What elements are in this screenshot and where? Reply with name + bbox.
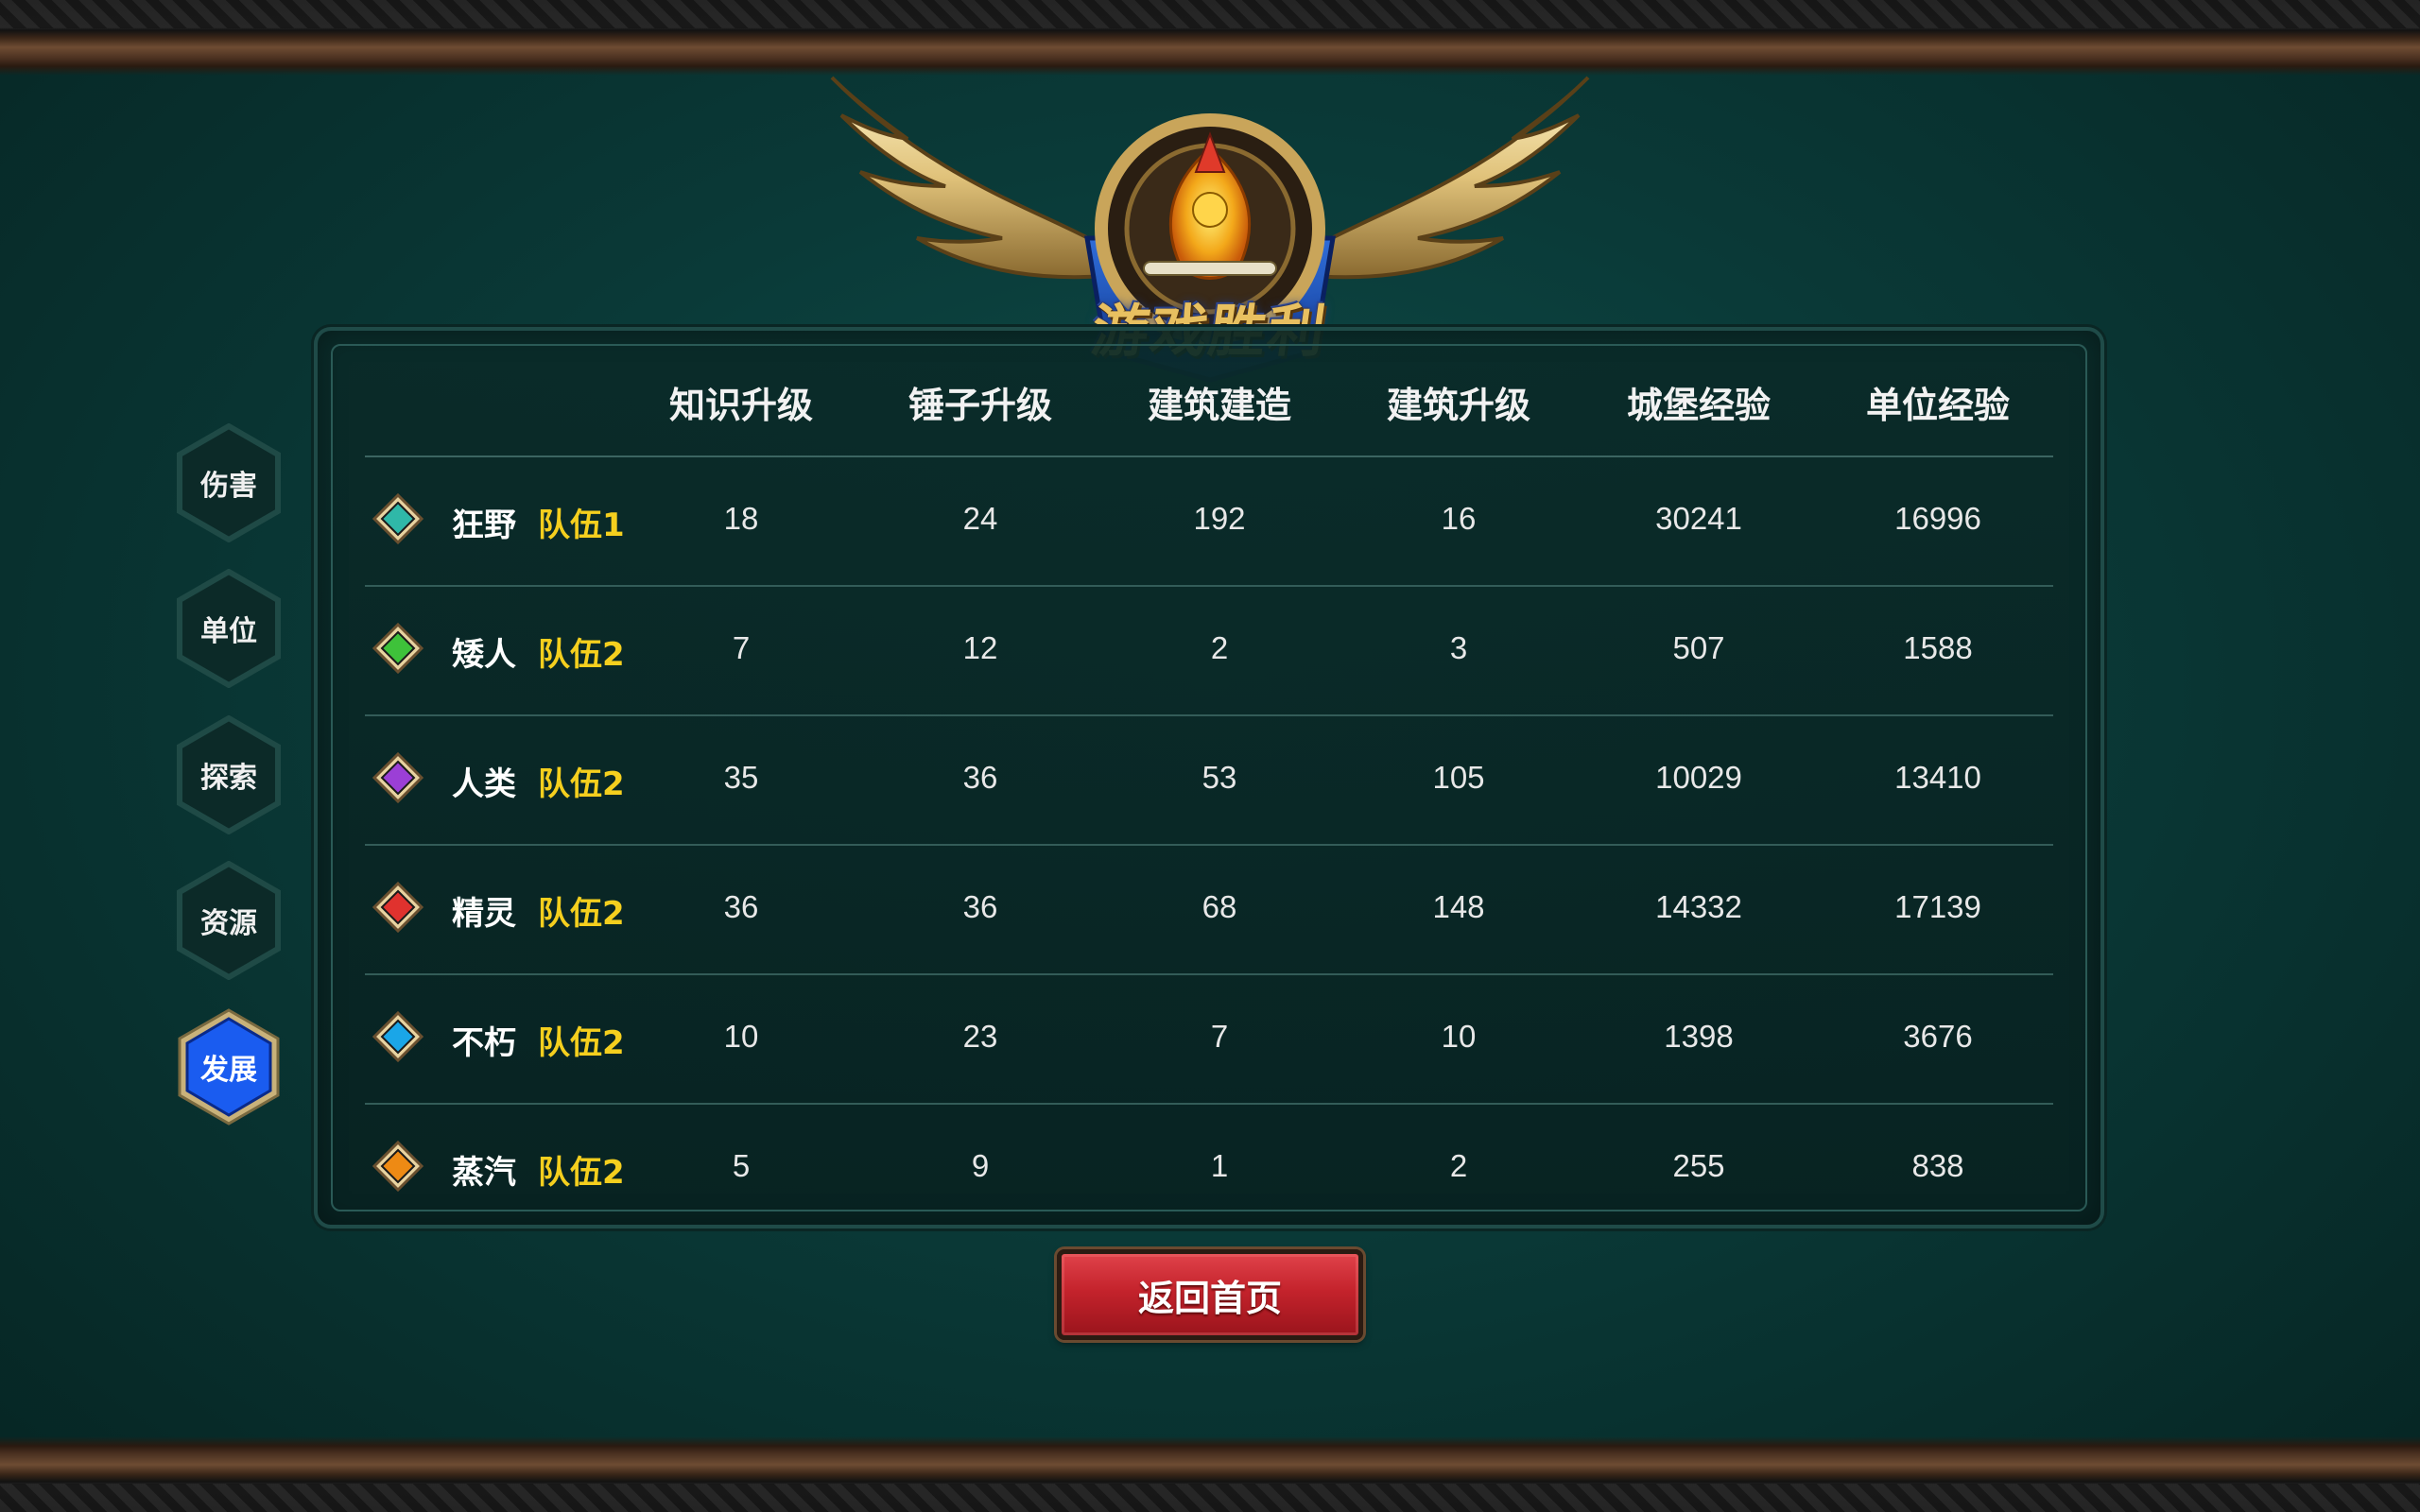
top-border [0,0,2420,76]
return-home-label: 返回首页 [1137,1277,1282,1319]
stat-cell: 16 [1441,501,1477,536]
stat-cell: 10029 [1655,760,1742,795]
team-label: 队伍2 [538,1154,625,1192]
faction-name: 不朽 [452,1024,516,1062]
stat-cell: 18 [723,501,759,536]
table-header: 知识升级 锤子升级 建筑建造 建筑升级 城堡经验 单位经验 [365,342,2053,457]
tab-units-label: 单位 [200,615,257,648]
stat-cell: 35 [723,760,759,795]
stat-cell: 36 [723,889,759,924]
column-header: 知识升级 [668,385,813,426]
gem-icon [372,752,424,803]
stat-cell: 192 [1193,501,1246,536]
stat-cell: 30241 [1655,501,1742,536]
tab-development[interactable]: 发展 [176,1007,282,1126]
faction-name: 矮人 [452,636,516,674]
faction-name: 蒸汽 [452,1154,516,1192]
stat-cell: 1398 [1664,1019,1734,1054]
tab-resources[interactable]: 资源 [176,861,282,980]
gem-icon [372,623,424,674]
tab-units[interactable]: 单位 [176,569,282,688]
stat-cell: 36 [962,760,998,795]
stat-cell: 10 [1441,1019,1477,1054]
return-home-button[interactable]: 返回首页 [1057,1249,1363,1340]
column-header: 锤子升级 [908,385,1052,426]
bottom-border [0,1436,2420,1512]
stat-cell: 2 [1449,1148,1468,1183]
stat-cell: 3676 [1903,1019,1973,1054]
table-body: 狂野 队伍1 18 24 192 16 30241 16996 矮人 队伍2 7… [365,457,2053,1232]
stat-cell: 12 [962,630,998,665]
column-header: 城堡经验 [1626,385,1771,426]
gem-icon [372,1011,424,1062]
stat-cell: 2 [1210,630,1229,665]
gem-icon [372,1141,424,1192]
tab-exploration[interactable]: 探索 [176,715,282,834]
stat-cell: 14332 [1655,889,1742,924]
team-label: 队伍2 [538,1024,625,1062]
team-label: 队伍2 [538,895,625,933]
stat-cell: 17139 [1894,889,1981,924]
stat-cell: 1588 [1903,630,1973,665]
table-row: 精灵 队伍2 36 36 68 148 14332 17139 [365,846,2053,975]
tab-resources-label: 资源 [200,907,257,940]
stat-cell: 36 [962,889,998,924]
stat-cell: 23 [962,1019,998,1054]
team-label: 队伍2 [538,636,625,674]
stat-cell: 7 [1210,1019,1229,1054]
stat-cell: 507 [1672,630,1725,665]
gem-icon [372,882,424,933]
stat-cell: 53 [1201,760,1237,795]
stat-cell: 3 [1449,630,1468,665]
tab-damage[interactable]: 伤害 [176,423,282,542]
team-label: 队伍1 [538,507,625,544]
stat-cell: 16996 [1894,501,1981,536]
stat-cell: 255 [1672,1148,1725,1183]
faction-name: 精灵 [452,895,516,933]
stat-cell: 5 [732,1148,751,1183]
stat-cell: 148 [1432,889,1485,924]
table-row: 狂野 队伍1 18 24 192 16 30241 16996 [365,457,2053,587]
tab-damage-label: 伤害 [200,470,257,503]
gem-icon [372,493,424,544]
tab-exploration-label: 探索 [200,762,257,795]
tab-development-label: 发展 [200,1054,257,1087]
column-header: 建筑升级 [1386,385,1530,426]
stat-cell: 838 [1911,1148,1964,1183]
faction-name: 人类 [452,765,516,803]
column-header: 建筑建造 [1147,385,1291,426]
column-header: 单位经验 [1865,385,2010,426]
stat-cell: 13410 [1894,760,1981,795]
table-row: 蒸汽 队伍2 5 9 1 2 255 838 [365,1105,2053,1232]
stat-cell: 9 [971,1148,990,1183]
table-row: 不朽 队伍2 10 23 7 10 1398 3676 [365,975,2053,1105]
stat-cell: 105 [1432,760,1485,795]
stat-cell: 7 [732,630,751,665]
table-row: 人类 队伍2 35 36 53 105 10029 13410 [365,716,2053,846]
faction-name: 狂野 [452,507,516,544]
table-row: 矮人 队伍2 7 12 2 3 507 1588 [365,587,2053,716]
stat-cell: 24 [962,501,998,536]
stat-cell: 10 [723,1019,759,1054]
stat-cell: 1 [1210,1148,1229,1183]
stat-cell: 68 [1201,889,1237,924]
team-label: 队伍2 [538,765,625,803]
stats-table: 知识升级 锤子升级 建筑建造 建筑升级 城堡经验 单位经验 狂野 队伍1 18 … [365,342,2053,1232]
